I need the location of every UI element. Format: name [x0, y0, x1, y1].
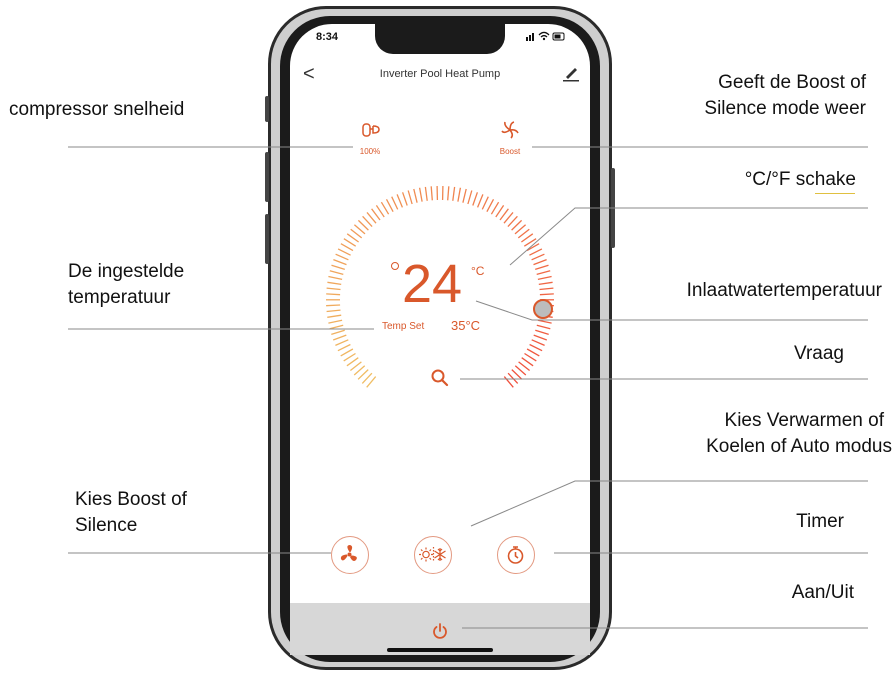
- leader-mode-select: [470, 480, 868, 527]
- leader-unit-switch: [509, 207, 868, 266]
- leader-inlet-temperature: [475, 300, 868, 321]
- leader-lines: [68, 146, 868, 629]
